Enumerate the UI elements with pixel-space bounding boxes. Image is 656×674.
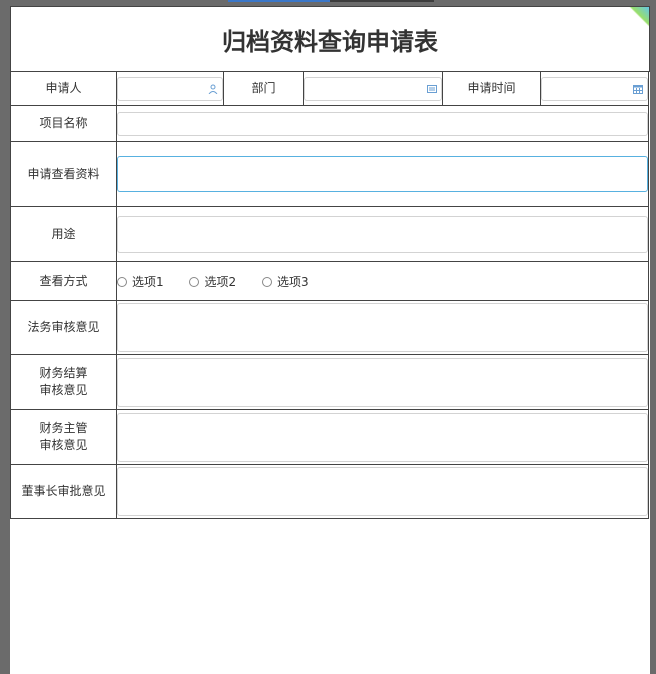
- apply-time-input[interactable]: [541, 76, 648, 101]
- applicant-cell: [116, 71, 224, 106]
- project-name-cell: [116, 105, 649, 142]
- view-method-option-1[interactable]: 选项1: [117, 273, 164, 290]
- row-view-method: 查看方式 选项1 选项2 选项3: [10, 261, 649, 301]
- materials-label: 申请查看资料: [10, 141, 117, 207]
- radio-icon: [117, 276, 127, 287]
- application-form-table: 申请人 部门 申请时间 项目名称 申请查看资料 用途 查看方式 选项1 选项2 …: [10, 71, 649, 519]
- row-applicant: 申请人 部门 申请时间: [10, 71, 649, 106]
- top-dark-bar: [330, 0, 434, 2]
- materials-cell: [116, 141, 649, 207]
- project-name-label: 项目名称: [10, 105, 117, 142]
- project-name-input[interactable]: [117, 111, 648, 136]
- legal-opinion-label: 法务审核意见: [10, 300, 117, 355]
- finance-manager-cell: [116, 409, 649, 465]
- row-finance-settlement: 财务结算 审核意见: [10, 354, 649, 410]
- applicant-label: 申请人: [10, 71, 117, 106]
- view-method-label: 查看方式: [10, 261, 117, 301]
- chairman-opinion-label: 董事长审批意见: [10, 464, 117, 519]
- applicant-input[interactable]: [117, 76, 223, 101]
- view-method-option-2[interactable]: 选项2: [189, 273, 236, 290]
- apply-time-label: 申请时间: [442, 71, 541, 106]
- finance-manager-label-line2: 审核意见: [39, 438, 88, 452]
- chairman-opinion-textarea[interactable]: [117, 467, 648, 516]
- row-purpose: 用途: [10, 206, 649, 262]
- finance-settlement-label-line1: 财务结算: [39, 366, 88, 380]
- purpose-label: 用途: [10, 206, 117, 262]
- row-legal-opinion: 法务审核意见: [10, 300, 649, 355]
- view-method-option-1-label: 选项1: [132, 274, 164, 289]
- view-method-cell: 选项1 选项2 选项3: [116, 261, 649, 301]
- row-project-name: 项目名称: [10, 105, 649, 142]
- finance-manager-label: 财务主管 审核意见: [10, 409, 117, 465]
- view-method-option-2-label: 选项2: [204, 274, 237, 289]
- row-finance-manager: 财务主管 审核意见: [10, 409, 649, 465]
- finance-settlement-label-line2: 审核意见: [39, 383, 88, 397]
- finance-manager-label-line1: 财务主管: [39, 421, 88, 435]
- view-method-option-3[interactable]: 选项3: [261, 273, 309, 290]
- calendar-icon: [633, 84, 643, 94]
- finance-settlement-label: 财务结算 审核意见: [10, 354, 117, 410]
- finance-manager-textarea[interactable]: [117, 412, 648, 462]
- form-title: 归档资料查询申请表: [10, 6, 650, 72]
- department-label: 部门: [223, 71, 304, 106]
- legal-opinion-cell: [116, 300, 649, 355]
- list-icon: [427, 84, 437, 94]
- legal-opinion-textarea[interactable]: [117, 303, 648, 352]
- department-input[interactable]: [304, 76, 442, 101]
- department-cell: [303, 71, 443, 106]
- purpose-textarea[interactable]: [117, 215, 648, 253]
- top-accent-bar: [228, 0, 330, 2]
- view-method-option-3-label: 选项3: [276, 274, 309, 289]
- row-materials: 申请查看资料: [10, 141, 649, 207]
- radio-icon: [189, 276, 200, 287]
- finance-settlement-textarea[interactable]: [117, 357, 648, 407]
- purpose-cell: [116, 206, 649, 262]
- finance-settlement-cell: [116, 354, 649, 410]
- apply-time-cell: [540, 71, 649, 106]
- row-chairman-opinion: 董事长审批意见: [10, 464, 649, 519]
- user-icon: [208, 84, 218, 94]
- chairman-opinion-cell: [116, 464, 649, 519]
- materials-textarea[interactable]: [117, 156, 648, 192]
- radio-icon: [261, 276, 272, 287]
- form-sheet: 归档资料查询申请表 申请人 部门 申请时间 项目名称 申请查看资料 用途 查看方…: [10, 6, 650, 674]
